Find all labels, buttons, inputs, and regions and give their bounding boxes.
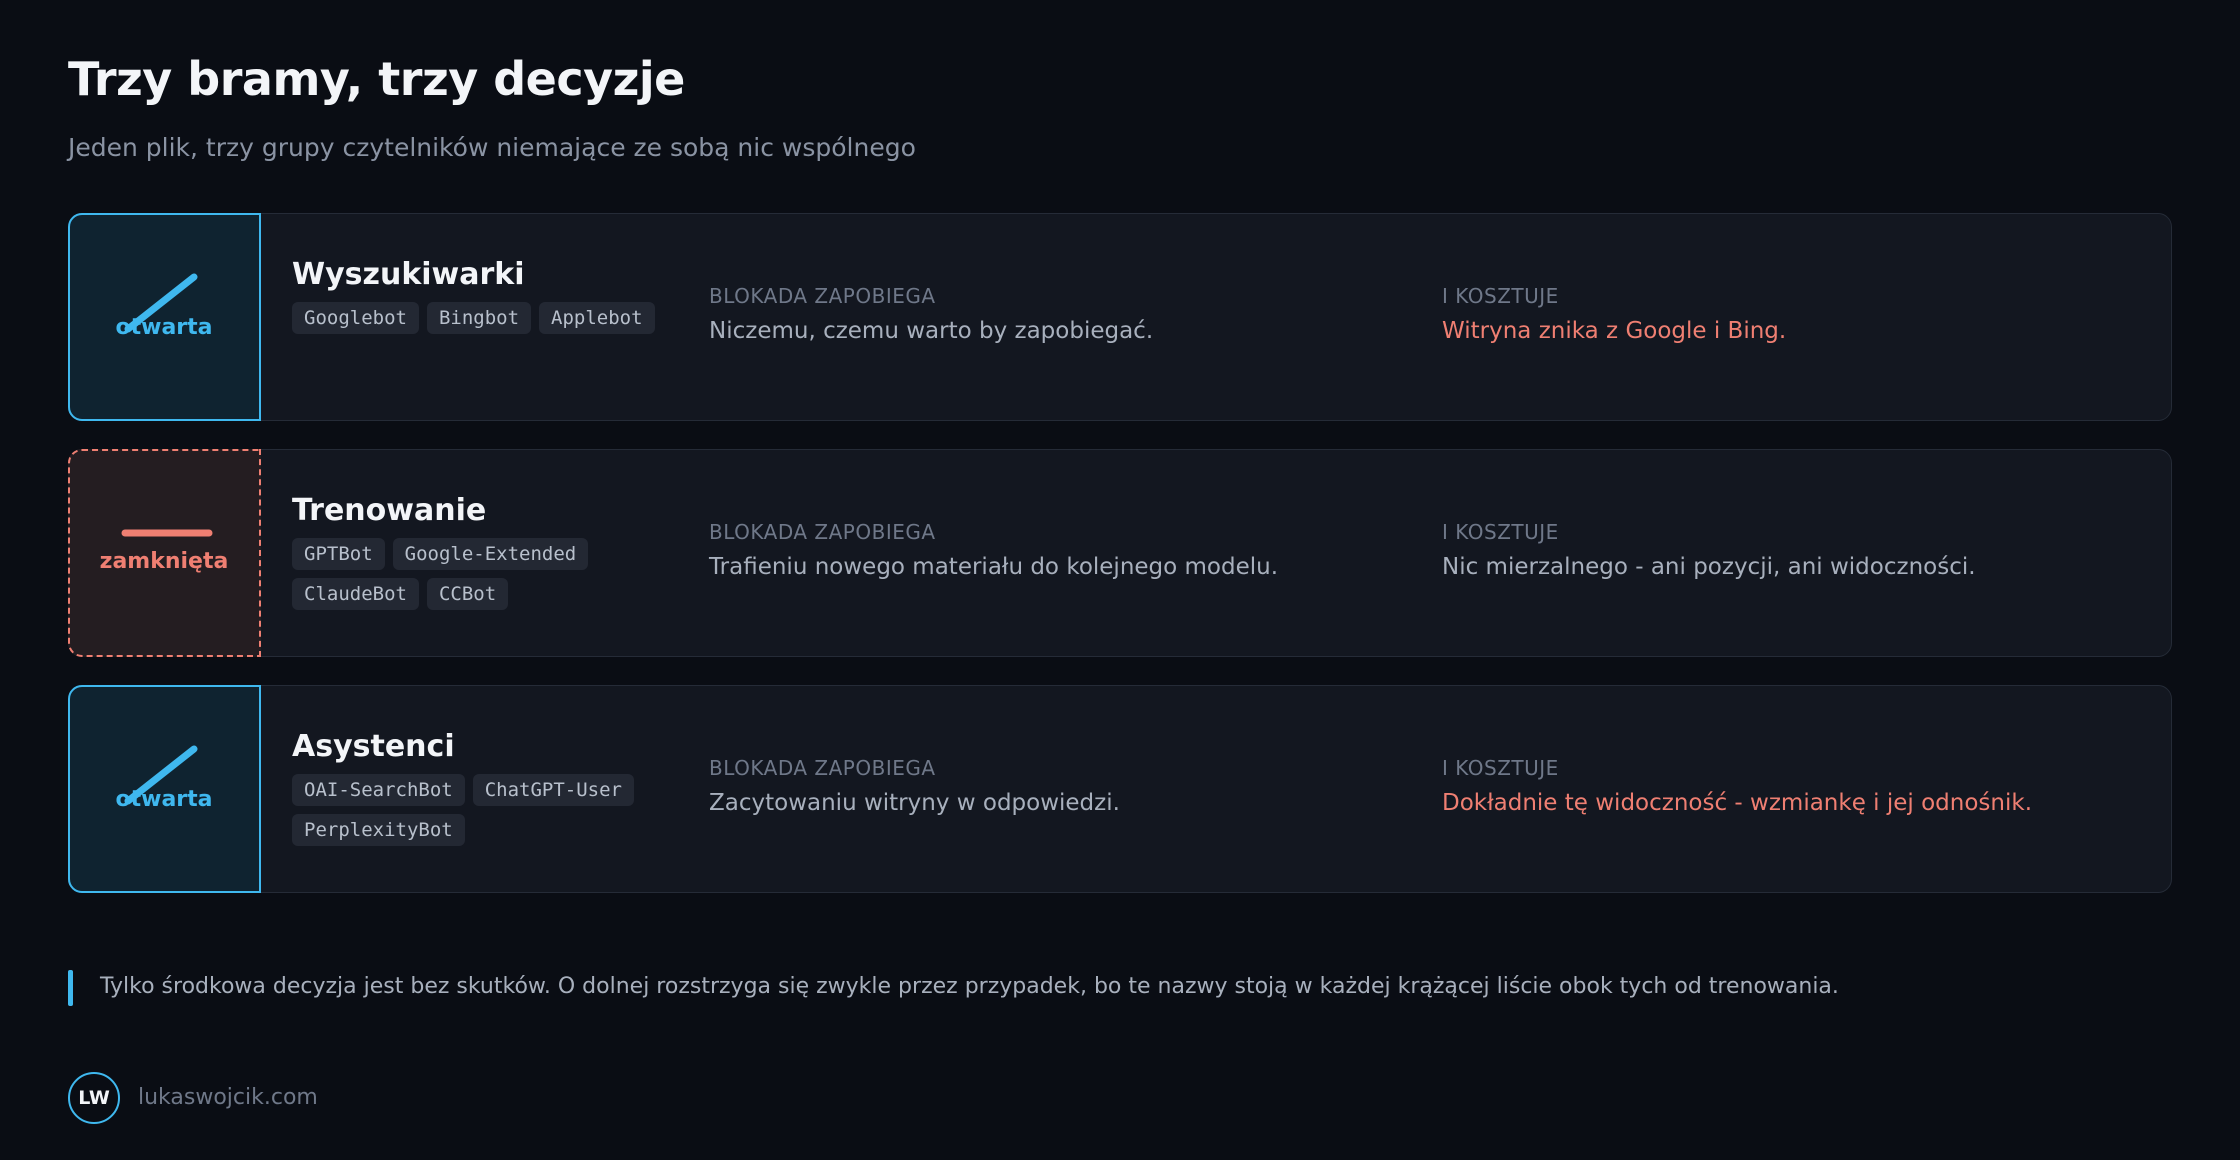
- gate-name: Trenowanie: [292, 493, 487, 528]
- costs-label: I KOSZTUJE: [1442, 284, 1559, 308]
- bot-tag: GPTBot: [292, 538, 385, 570]
- costs-label: I KOSZTUJE: [1442, 756, 1559, 780]
- prevents-label: BLOKADA ZAPOBIEGA: [709, 284, 936, 308]
- bot-tag: Google-Extended: [392, 538, 589, 570]
- bot-tag: CCBot: [426, 578, 509, 610]
- costs-text: Nic mierzalnego - ani pozycji, ani widoc…: [1442, 554, 1976, 580]
- gate-status-label: otwarta: [115, 786, 213, 812]
- prevents-text: Zacytowaniu witryny w odpowiedzi.: [709, 790, 1120, 816]
- note-text: Tylko środkowa decyzja jest bez skutków.…: [100, 974, 1839, 999]
- page-subtitle: Jeden plik, trzy grupy czytelników niema…: [68, 133, 916, 162]
- bot-tag-list: Googlebot Bingbot Applebot: [292, 302, 692, 334]
- gate-status-panel: otwarta: [67, 684, 261, 893]
- site-link[interactable]: lukaswojcik.com: [138, 1085, 318, 1110]
- gate-status-label: otwarta: [115, 314, 213, 340]
- bot-tag: Googlebot: [292, 302, 419, 334]
- gate-name: Wyszukiwarki: [292, 257, 525, 292]
- gate-card-assistants: otwarta Asystenci OAI-SearchBot ChatGPT-…: [67, 684, 2172, 893]
- prevents-label: BLOKADA ZAPOBIEGA: [709, 520, 936, 544]
- gate-name: Asystenci: [292, 729, 455, 764]
- bot-tag: OAI-SearchBot: [292, 774, 465, 806]
- prevents-text: Trafieniu nowego materiału do kolejnego …: [709, 554, 1279, 580]
- prevents-text: Niczemu, czemu warto by zapobiegać.: [709, 318, 1154, 344]
- prevents-label: BLOKADA ZAPOBIEGA: [709, 756, 936, 780]
- bot-tag: Bingbot: [426, 302, 532, 334]
- gate-status-panel: otwarta: [67, 212, 261, 421]
- bot-tag: ClaudeBot: [292, 578, 419, 610]
- costs-label: I KOSZTUJE: [1442, 520, 1559, 544]
- gate-card-search: otwarta Wyszukiwarki Googlebot Bingbot A…: [67, 212, 2172, 421]
- costs-text: Witryna znika z Google i Bing.: [1442, 318, 1787, 344]
- page: Trzy bramy, trzy decyzje Jeden plik, trz…: [0, 0, 2240, 1160]
- bot-tag: PerplexityBot: [292, 814, 465, 846]
- costs-text: Dokładnie tę widoczność - wzmiankę i jej…: [1442, 790, 2033, 816]
- note-accent-bar: [68, 970, 73, 1006]
- bot-tag-list: GPTBot Google-Extended ClaudeBot CCBot: [292, 538, 692, 610]
- bot-tag-list: OAI-SearchBot ChatGPT-User PerplexityBot: [292, 774, 692, 846]
- bot-tag: Applebot: [539, 302, 655, 334]
- gate-status-panel: zamknięta: [67, 448, 261, 657]
- page-title: Trzy bramy, trzy decyzje: [68, 52, 685, 106]
- gate-status-label: zamknięta: [99, 548, 229, 574]
- bot-tag: ChatGPT-User: [472, 774, 634, 806]
- gate-card-training: zamknięta Trenowanie GPTBot Google-Exten…: [67, 448, 2172, 657]
- author-logo: LW: [68, 1072, 120, 1124]
